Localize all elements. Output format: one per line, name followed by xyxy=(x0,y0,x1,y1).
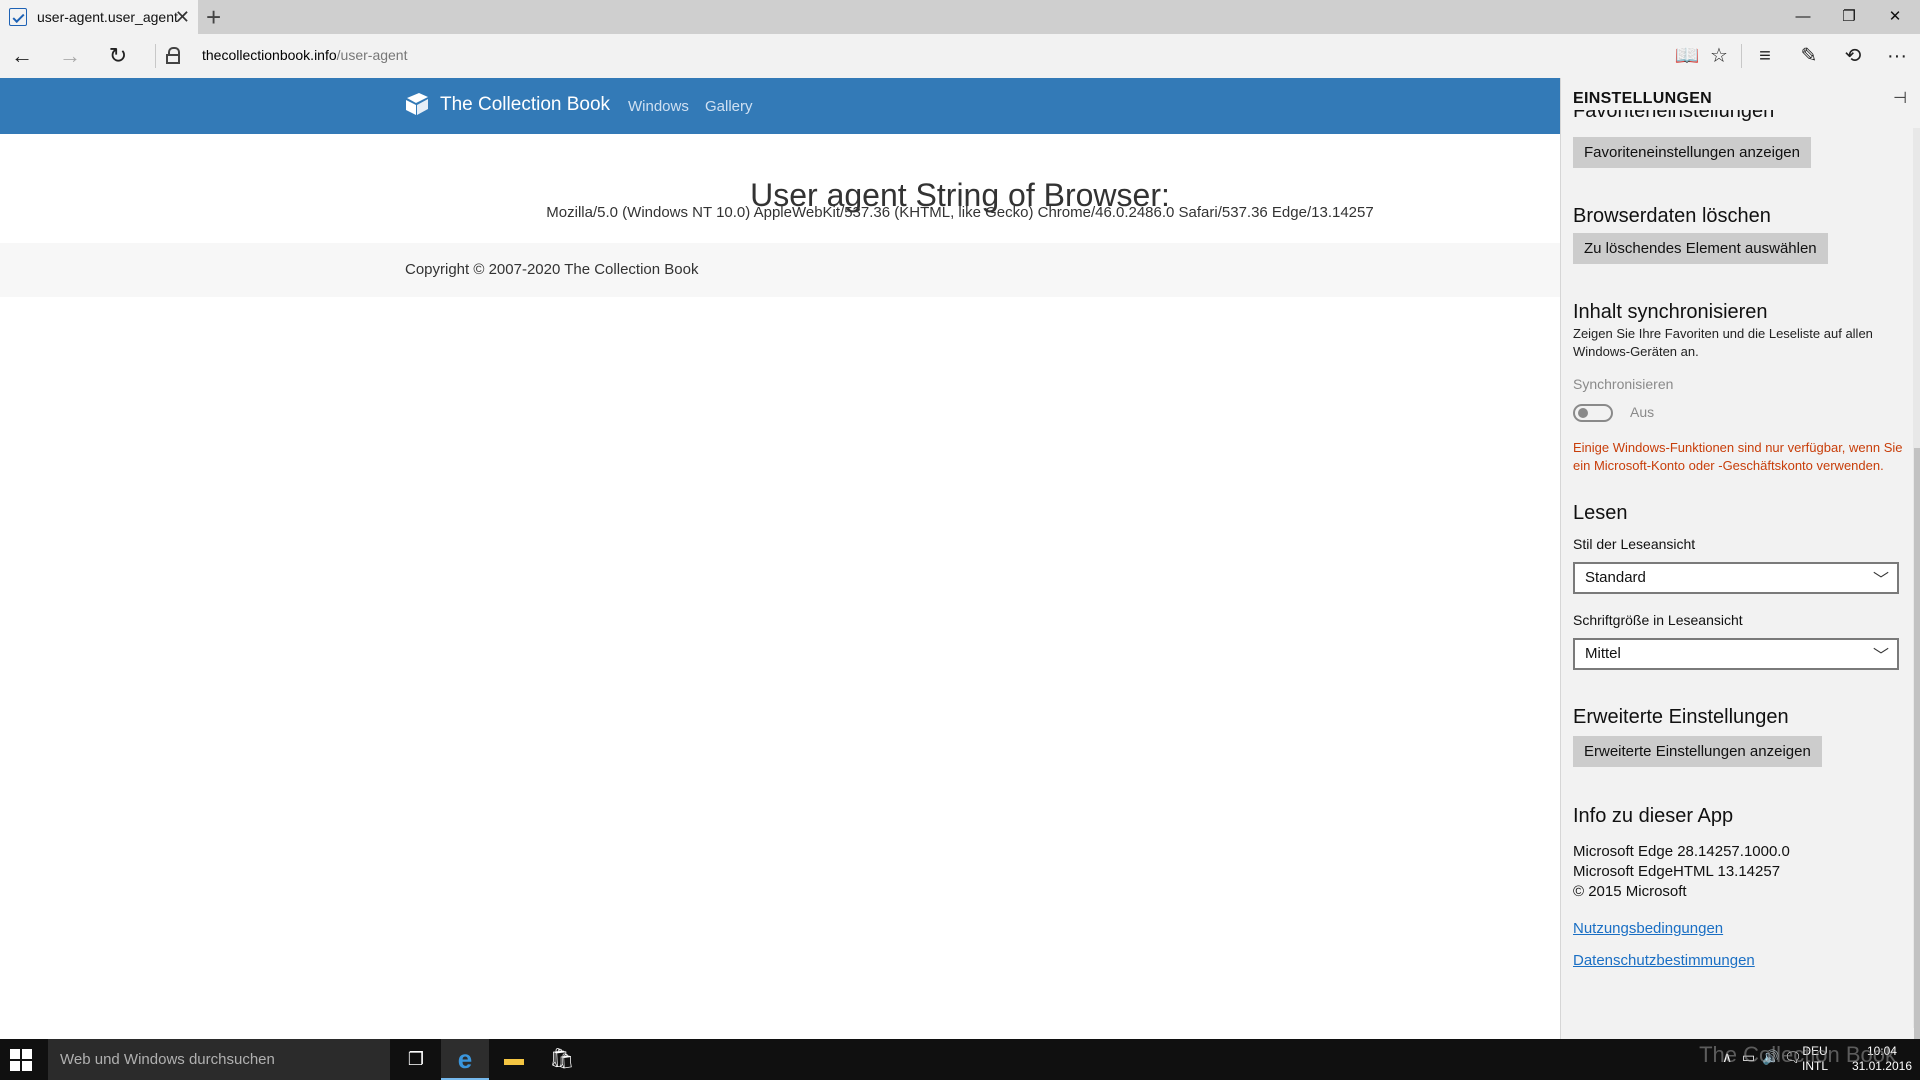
advanced-heading: Erweiterte Einstellungen xyxy=(1573,706,1789,728)
sync-heading: Inhalt synchronisieren xyxy=(1573,301,1768,323)
url-host: thecollectionbook.info xyxy=(202,47,337,63)
sync-warning: Einige Windows-Funktionen sind nur verfü… xyxy=(1573,440,1903,473)
settings-scrollbar[interactable] xyxy=(1913,128,1920,1039)
nav-link-gallery[interactable]: Gallery xyxy=(705,98,753,115)
windows-start-icon[interactable] xyxy=(10,1049,32,1071)
more-icon[interactable]: ··· xyxy=(1882,42,1912,70)
web-note-icon[interactable]: ✎ xyxy=(1794,42,1824,70)
url-path: /user-agent xyxy=(336,47,408,63)
site-header: The Collection Book Windows Gallery xyxy=(0,78,1560,134)
address-bar: ← → ↻ thecollectionbook.info/user-agent … xyxy=(0,34,1920,78)
reading-font-label: Schriftgröße in Leseansicht xyxy=(1573,612,1743,628)
task-view-icon[interactable]: ❐ xyxy=(392,1039,440,1080)
tab-title: user-agent.user_agent - xyxy=(37,9,179,25)
reading-heading: Lesen xyxy=(1573,502,1628,524)
site-footer: Copyright © 2007-2020 The Collection Boo… xyxy=(0,243,1560,297)
terms-link[interactable]: Nutzungsbedingungen xyxy=(1573,920,1723,937)
sync-state: Aus xyxy=(1630,404,1655,420)
sync-description: Zeigen Sie Ihre Favoriten und die Leseli… xyxy=(1573,326,1873,359)
about-edgehtml-version: Microsoft EdgeHTML 13.14257 xyxy=(1573,863,1781,880)
about-edge-version: Microsoft Edge 28.14257.1000.0 xyxy=(1573,843,1790,860)
reading-font-value: Mittel xyxy=(1585,645,1621,662)
about-heading: Info zu dieser App xyxy=(1573,805,1734,827)
reading-font-select[interactable]: Mittel ﹀ xyxy=(1573,638,1899,670)
pin-icon[interactable]: ⊣ xyxy=(1893,88,1907,108)
taskbar: Web und Windows durchsuchen ❐ e ▬ 🛍 ∧ ▭ … xyxy=(0,1039,1920,1080)
favorite-star-icon[interactable]: ☆ xyxy=(1704,42,1734,70)
settings-panel: EINSTELLUNGEN ⊣ Favoriteneinstellungen F… xyxy=(1560,78,1920,1039)
toggle-knob xyxy=(1578,408,1588,418)
reading-style-select[interactable]: Standard ﹀ xyxy=(1573,562,1899,594)
reading-view-icon[interactable]: 📖 xyxy=(1672,42,1702,70)
edge-taskbar-icon[interactable]: e xyxy=(441,1039,489,1080)
chevron-down-icon: ﹀ xyxy=(1872,572,1889,589)
reading-style-label: Stil der Leseansicht xyxy=(1573,536,1696,552)
copyright-text: Copyright © 2007-2020 The Collection Boo… xyxy=(405,261,699,278)
tab-user-agent[interactable]: user-agent.user_agent - ✕ xyxy=(0,0,198,34)
file-explorer-icon[interactable]: ▬ xyxy=(490,1039,538,1080)
back-button[interactable]: ← xyxy=(8,42,36,70)
minimize-button[interactable]: — xyxy=(1780,0,1826,34)
sync-toggle[interactable] xyxy=(1573,404,1613,422)
watermark: The Collection Book xyxy=(1699,1042,1896,1067)
favorites-heading: Favoriteneinstellungen xyxy=(1573,110,1775,122)
book-logo-icon xyxy=(406,93,428,115)
close-window-button[interactable]: ✕ xyxy=(1872,0,1918,34)
new-tab-button[interactable]: + xyxy=(206,3,221,31)
sync-label: Synchronisieren xyxy=(1573,376,1674,392)
url-field[interactable]: thecollectionbook.info/user-agent xyxy=(202,47,407,63)
nav-divider xyxy=(155,44,156,68)
forward-button[interactable]: → xyxy=(56,42,84,70)
settings-title: EINSTELLUNGEN xyxy=(1573,90,1713,107)
clear-data-heading: Browserdaten löschen xyxy=(1573,205,1771,227)
taskbar-search[interactable]: Web und Windows durchsuchen xyxy=(48,1039,390,1080)
about-copyright: © 2015 Microsoft xyxy=(1573,883,1687,900)
refresh-button[interactable]: ↻ xyxy=(104,42,132,70)
chevron-down-icon: ﹀ xyxy=(1872,648,1889,665)
advanced-settings-button[interactable]: Erweiterte Einstellungen anzeigen xyxy=(1573,736,1822,767)
scrollbar-thumb[interactable] xyxy=(1914,448,1920,1039)
clear-data-button[interactable]: Zu löschendes Element auswählen xyxy=(1573,233,1828,264)
nav-link-windows[interactable]: Windows xyxy=(628,98,689,115)
search-placeholder: Web und Windows durchsuchen xyxy=(60,1051,275,1068)
site-brand[interactable]: The Collection Book xyxy=(440,94,610,116)
privacy-link[interactable]: Datenschutzbestimmungen xyxy=(1573,952,1755,969)
hub-icon[interactable]: ≡ xyxy=(1750,42,1780,70)
restore-button[interactable]: ❐ xyxy=(1826,0,1872,34)
tab-bar: user-agent.user_agent - ✕ + — ❐ ✕ xyxy=(0,0,1920,34)
site-favicon-icon xyxy=(9,8,27,26)
favorites-settings-button[interactable]: Favoriteneinstellungen anzeigen xyxy=(1573,137,1811,168)
tools-divider xyxy=(1741,44,1742,68)
store-icon[interactable]: 🛍 xyxy=(538,1039,586,1080)
tab-close-icon[interactable]: ✕ xyxy=(175,7,190,27)
share-icon[interactable]: ⟲ xyxy=(1838,42,1868,70)
reading-style-value: Standard xyxy=(1585,569,1646,586)
lock-icon xyxy=(166,47,180,65)
